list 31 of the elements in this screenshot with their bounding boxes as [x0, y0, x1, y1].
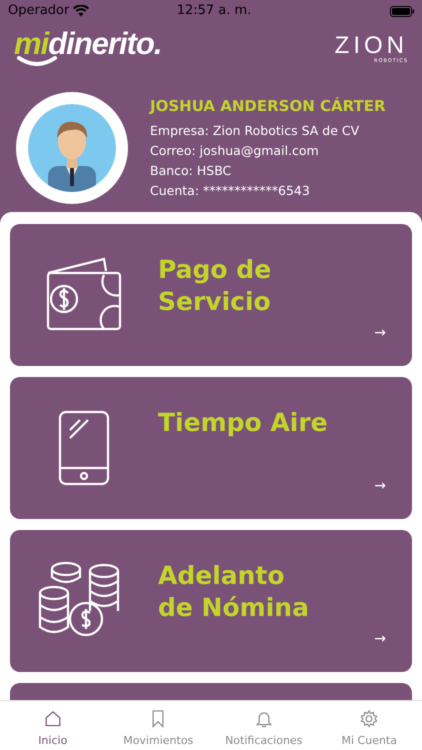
card-title: Pago de Servicio [158, 254, 272, 318]
profile-detail: Banco: HSBC [150, 162, 232, 180]
card-title: Adelanto de Nómina [158, 560, 309, 624]
arrow-icon: → [374, 476, 386, 497]
menu-card[interactable]: Adelanto de Nómina → [10, 530, 412, 672]
status-time: 12:57 a. m. [176, 2, 252, 20]
tab-item[interactable]: Notificaciones [211, 701, 316, 750]
wifi-icon [73, 5, 90, 17]
app-logo: midinerito. [14, 28, 162, 59]
menu-card[interactable]: Pago de Servicio → [10, 224, 412, 366]
wallet-icon [44, 257, 124, 333]
phone-icon [56, 410, 112, 486]
battery-icon [390, 6, 414, 16]
user-name: JOSHUA ANDERSON CÁRTER [150, 96, 386, 117]
card-title: Tiempo Aire [158, 407, 328, 439]
tab-item[interactable]: Inicio [0, 701, 106, 750]
settings-icon [359, 709, 380, 728]
profile-detail: Cuenta: ************6543 [150, 182, 311, 200]
home-icon [42, 709, 63, 728]
menu-card[interactable]: Tiempo Aire → [10, 377, 412, 519]
tab-item[interactable]: Mi Cuenta [316, 701, 422, 750]
menu-card[interactable] [10, 683, 412, 700]
profile-detail: Correo: joshua@gmail.com [150, 142, 320, 160]
carrier-name: Operador [8, 2, 70, 20]
arrow-icon: → [374, 323, 386, 344]
profile-detail: Empresa: Zion Robotics SA de CV [150, 122, 360, 140]
tab-item[interactable]: Movimientos [106, 701, 211, 750]
partner-logo: ZION [334, 34, 408, 58]
avatar-icon [28, 104, 116, 192]
smile-icon [16, 56, 58, 66]
arrow-icon: → [374, 629, 386, 650]
